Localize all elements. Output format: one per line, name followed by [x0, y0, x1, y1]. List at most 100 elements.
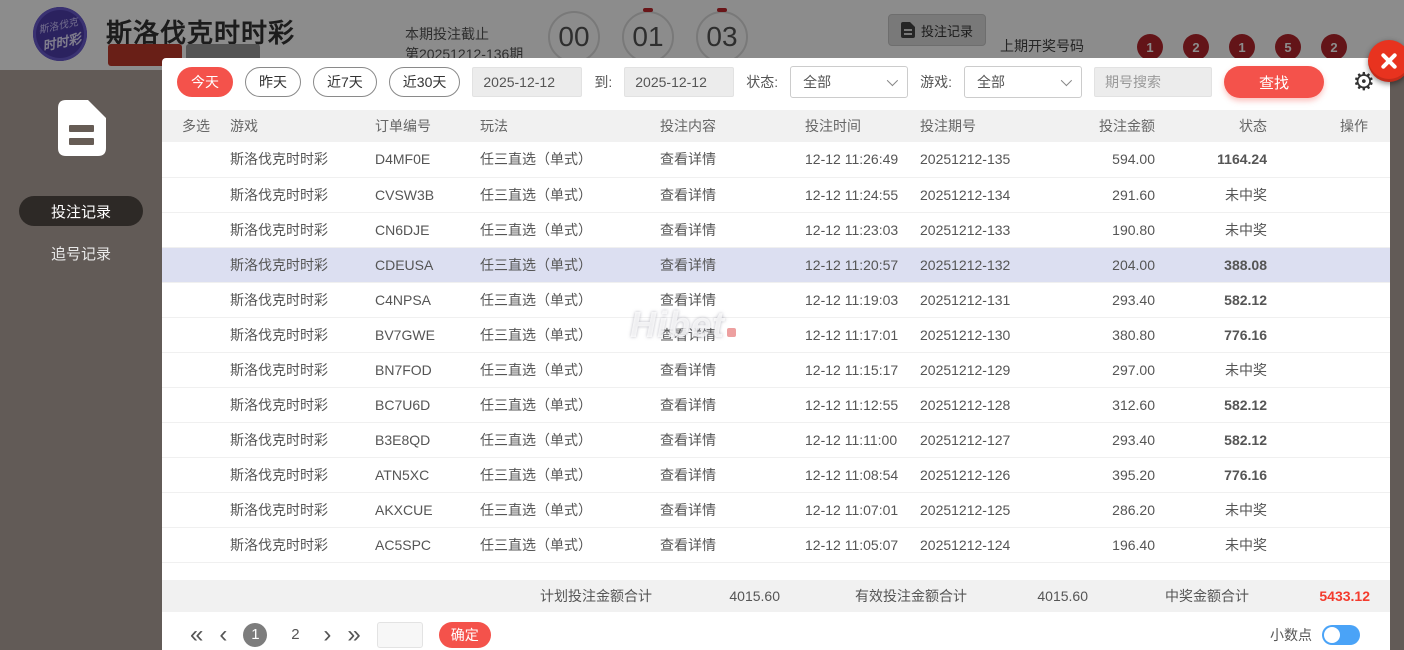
- period-search-input[interactable]: [1094, 67, 1212, 97]
- close-button[interactable]: [1368, 40, 1404, 82]
- row-game: 斯洛伐克时时彩: [230, 142, 375, 177]
- decimal-control: 小数点: [1270, 625, 1360, 645]
- row-detail-link[interactable]: 查看详情: [660, 457, 805, 492]
- date-to-input[interactable]: [624, 67, 734, 97]
- row-checkbox-cell: [162, 422, 230, 457]
- row-play: 任三直选（单式）: [480, 142, 660, 177]
- decimal-toggle[interactable]: [1322, 625, 1360, 645]
- row-game: 斯洛伐克时时彩: [230, 422, 375, 457]
- row-order-link[interactable]: AKXCUE: [375, 492, 480, 527]
- row-order-link[interactable]: B3E8QD: [375, 422, 480, 457]
- column-header: 状态: [1155, 110, 1267, 142]
- row-detail-link[interactable]: 查看详情: [660, 317, 805, 352]
- row-play: 任三直选（单式）: [480, 317, 660, 352]
- row-operation: [1267, 352, 1390, 387]
- date-from-input[interactable]: [472, 67, 582, 97]
- row-amount: 293.40: [1050, 422, 1155, 457]
- row-order-link[interactable]: CVSW3B: [375, 177, 480, 212]
- quick-filter-今天[interactable]: 今天: [177, 67, 233, 97]
- row-amount: 286.20: [1050, 492, 1155, 527]
- table-row[interactable]: 斯洛伐克时时彩D4MF0E任三直选（单式）查看详情12-12 11:26:492…: [162, 142, 1390, 177]
- row-period: 20251212-132: [920, 247, 1050, 282]
- game-select[interactable]: 全部: [964, 66, 1082, 98]
- row-time: 12-12 11:24:55: [805, 177, 920, 212]
- valid-total-value: 4015.60: [1037, 580, 1088, 612]
- table-row[interactable]: 斯洛伐克时时彩B3E8QD任三直选（单式）查看详情12-12 11:11:002…: [162, 422, 1390, 457]
- row-detail-link[interactable]: 查看详情: [660, 352, 805, 387]
- row-operation: [1267, 212, 1390, 247]
- row-detail-link[interactable]: 查看详情: [660, 142, 805, 177]
- column-header: 操作: [1267, 110, 1390, 142]
- row-time: 12-12 11:17:01: [805, 317, 920, 352]
- row-order-link[interactable]: BC7U6D: [375, 387, 480, 422]
- row-order-link[interactable]: BV7GWE: [375, 317, 480, 352]
- row-order-link[interactable]: AC5SPC: [375, 527, 480, 562]
- row-play: 任三直选（单式）: [480, 212, 660, 247]
- table-row[interactable]: 斯洛伐克时时彩BC7U6D任三直选（单式）查看详情12-12 11:12:552…: [162, 387, 1390, 422]
- chevron-down-icon: [887, 75, 898, 86]
- row-order-link[interactable]: ATN5XC: [375, 457, 480, 492]
- row-order-link[interactable]: D4MF0E: [375, 142, 480, 177]
- quick-filter-昨天[interactable]: 昨天: [245, 67, 301, 97]
- last-page-icon[interactable]: »: [347, 623, 360, 647]
- row-status: 582.12: [1155, 282, 1267, 317]
- to-label: 到:: [594, 72, 612, 92]
- quick-filter-近30天[interactable]: 近30天: [389, 67, 461, 97]
- page-number-1[interactable]: 1: [243, 623, 267, 647]
- page-number-2[interactable]: 2: [283, 623, 307, 647]
- row-detail-link[interactable]: 查看详情: [660, 282, 805, 317]
- row-game: 斯洛伐克时时彩: [230, 212, 375, 247]
- row-detail-link[interactable]: 查看详情: [660, 177, 805, 212]
- next-page-icon[interactable]: ›: [323, 623, 331, 647]
- page-jump-input[interactable]: [377, 622, 423, 648]
- row-status: 未中奖: [1155, 352, 1267, 387]
- table-row[interactable]: 斯洛伐克时时彩CN6DJE任三直选（单式）查看详情12-12 11:23:032…: [162, 212, 1390, 247]
- row-play: 任三直选（单式）: [480, 387, 660, 422]
- row-status: 582.12: [1155, 422, 1267, 457]
- first-page-icon[interactable]: «: [190, 623, 203, 647]
- prev-page-icon[interactable]: ‹: [219, 623, 227, 647]
- row-checkbox-cell: [162, 527, 230, 562]
- row-period: 20251212-131: [920, 282, 1050, 317]
- row-status: 未中奖: [1155, 492, 1267, 527]
- row-detail-link[interactable]: 查看详情: [660, 422, 805, 457]
- page-confirm-button[interactable]: 确定: [439, 622, 491, 648]
- bet-records-modal: 今天昨天近7天近30天 到: 状态: 全部 游戏: 全部 查找 ⚙ 多选游戏订单…: [162, 58, 1390, 650]
- column-header: 玩法: [480, 110, 660, 142]
- row-detail-link[interactable]: 查看详情: [660, 527, 805, 562]
- row-period: 20251212-129: [920, 352, 1050, 387]
- table-row[interactable]: 斯洛伐克时时彩AKXCUE任三直选（单式）查看详情12-12 11:07:012…: [162, 492, 1390, 527]
- status-select[interactable]: 全部: [790, 66, 908, 98]
- plan-total-value: 4015.60: [729, 580, 780, 612]
- filter-bar: 今天昨天近7天近30天 到: 状态: 全部 游戏: 全部 查找 ⚙: [162, 58, 1390, 106]
- records-table-body: 斯洛伐克时时彩D4MF0E任三直选（单式）查看详情12-12 11:26:492…: [162, 142, 1390, 562]
- table-header-row: 多选游戏订单编号玩法投注内容投注时间投注期号投注金额状态操作: [162, 110, 1390, 142]
- table-row[interactable]: 斯洛伐克时时彩CVSW3B任三直选（单式）查看详情12-12 11:24:552…: [162, 177, 1390, 212]
- row-order-link[interactable]: BN7FOD: [375, 352, 480, 387]
- row-operation: [1267, 422, 1390, 457]
- column-header: 投注期号: [920, 110, 1050, 142]
- row-time: 12-12 11:05:07: [805, 527, 920, 562]
- row-time: 12-12 11:26:49: [805, 142, 920, 177]
- quick-filter-近7天[interactable]: 近7天: [313, 67, 377, 97]
- row-checkbox-cell: [162, 352, 230, 387]
- row-detail-link[interactable]: 查看详情: [660, 492, 805, 527]
- table-row[interactable]: 斯洛伐克时时彩BV7GWE任三直选（单式）查看详情12-12 11:17:012…: [162, 317, 1390, 352]
- row-detail-link[interactable]: 查看详情: [660, 387, 805, 422]
- search-button[interactable]: 查找: [1224, 66, 1324, 98]
- table-row[interactable]: 斯洛伐克时时彩C4NPSA任三直选（单式）查看详情12-12 11:19:032…: [162, 282, 1390, 317]
- row-order-link[interactable]: CDEUSA: [375, 247, 480, 282]
- row-order-link[interactable]: C4NPSA: [375, 282, 480, 317]
- table-row[interactable]: 斯洛伐克时时彩BN7FOD任三直选（单式）查看详情12-12 11:15:172…: [162, 352, 1390, 387]
- row-detail-link[interactable]: 查看详情: [660, 247, 805, 282]
- sidebar-item-chase-records[interactable]: 追号记录: [19, 238, 143, 268]
- table-row[interactable]: 斯洛伐克时时彩ATN5XC任三直选（单式）查看详情12-12 11:08:542…: [162, 457, 1390, 492]
- row-operation: [1267, 317, 1390, 352]
- table-row[interactable]: 斯洛伐克时时彩AC5SPC任三直选（单式）查看详情12-12 11:05:072…: [162, 527, 1390, 562]
- row-play: 任三直选（单式）: [480, 352, 660, 387]
- row-amount: 297.00: [1050, 352, 1155, 387]
- row-order-link[interactable]: CN6DJE: [375, 212, 480, 247]
- row-detail-link[interactable]: 查看详情: [660, 212, 805, 247]
- sidebar-item-bet-records[interactable]: 投注记录: [19, 196, 143, 226]
- table-row[interactable]: 斯洛伐克时时彩CDEUSA任三直选（单式）查看详情12-12 11:20:572…: [162, 247, 1390, 282]
